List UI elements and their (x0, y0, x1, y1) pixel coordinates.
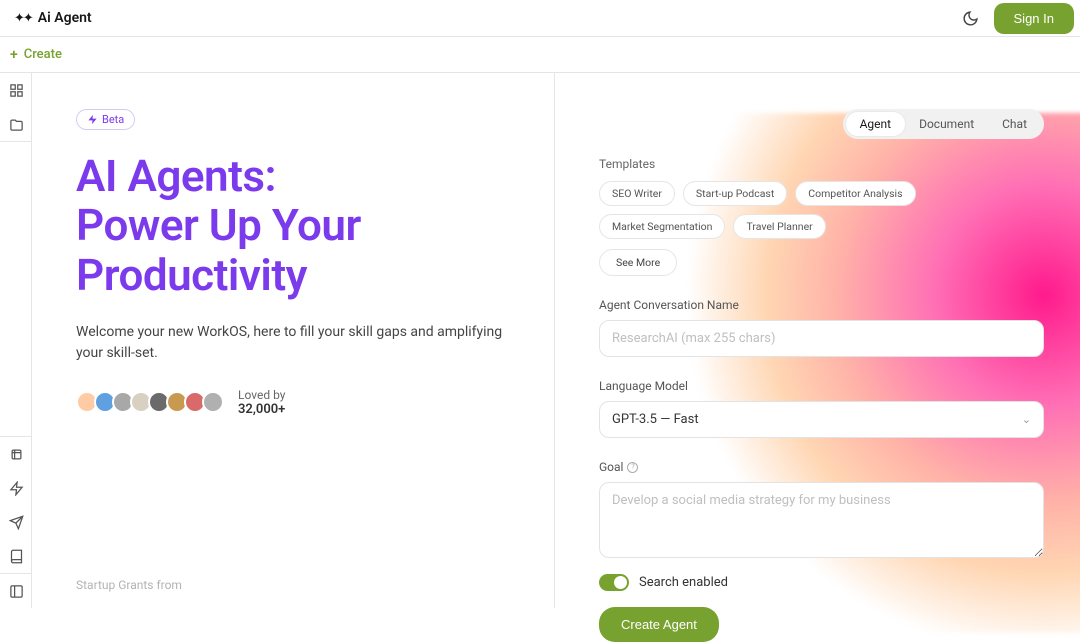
folder-icon (9, 117, 24, 132)
search-toggle-row: Search enabled (599, 574, 1044, 591)
box-icon (9, 447, 24, 462)
logo[interactable]: ✦✦ Ai Agent (6, 10, 92, 26)
create-label: Create (24, 47, 62, 62)
tab-agent[interactable]: Agent (846, 112, 905, 136)
loved-by-row: Loved by 32,000+ (76, 388, 510, 417)
theme-toggle[interactable] (960, 7, 982, 29)
conversation-name-label: Agent Conversation Name (599, 298, 1044, 312)
loved-by-count: 32,000+ (238, 402, 285, 417)
goal-label: Goal ? (599, 460, 1044, 474)
template-chip[interactable]: Competitor Analysis (795, 181, 915, 206)
language-model-select[interactable]: GPT-3.5 — Fast ⌄ (599, 401, 1044, 438)
panel-icon (9, 584, 24, 599)
chevron-down-icon: ⌄ (1022, 413, 1031, 426)
conversation-name-input[interactable] (599, 320, 1044, 357)
hero-panel: Beta AI Agents: Power Up Your Productivi… (32, 73, 555, 608)
hero-title: AI Agents: Power Up Your Productivity (76, 152, 510, 300)
header-right: Sign In (960, 3, 1074, 34)
form-panel: AgentDocumentChat Templates SEO Writer St… (555, 73, 1080, 608)
send-icon (9, 515, 24, 530)
goal-textarea[interactable] (599, 482, 1044, 558)
sidebar-item-send[interactable] (0, 505, 32, 539)
create-bar: + Create (0, 37, 1080, 73)
template-chip[interactable]: Travel Planner (733, 214, 825, 239)
sidebar-item-bolt[interactable] (0, 471, 32, 505)
beta-bolt-icon (87, 114, 98, 125)
search-toggle-label: Search enabled (639, 575, 728, 590)
tab-document[interactable]: Document (905, 112, 988, 136)
template-chip[interactable]: SEO Writer (599, 181, 675, 206)
search-toggle[interactable] (599, 574, 629, 591)
logo-text: Ai Agent (38, 10, 92, 26)
signin-button[interactable]: Sign In (994, 3, 1074, 34)
sidebar-item-dashboard[interactable] (0, 73, 32, 107)
templates-row: SEO Writer Start-up Podcast Competitor Ana… (599, 181, 1044, 239)
template-chip[interactable]: Start-up Podcast (683, 181, 787, 206)
info-icon[interactable]: ? (627, 462, 638, 473)
tab-group: AgentDocumentChat (843, 109, 1044, 139)
templates-label: Templates (599, 157, 1044, 171)
tab-chat[interactable]: Chat (988, 112, 1041, 136)
sidebar (0, 73, 32, 608)
sidebar-item-collapse[interactable] (0, 574, 32, 608)
tabs: AgentDocumentChat (599, 109, 1044, 139)
grants-from-label: Startup Grants from (76, 578, 182, 592)
loved-by-text: Loved by 32,000+ (238, 388, 285, 417)
sidebar-item-plugins[interactable] (0, 437, 32, 471)
loved-by-label: Loved by (238, 388, 285, 402)
beta-badge: Beta (76, 109, 135, 130)
see-more-button[interactable]: See More (599, 249, 677, 276)
language-model-label: Language Model (599, 379, 1044, 393)
create-agent-button[interactable]: Create Agent (599, 607, 719, 642)
plus-icon: + (10, 47, 18, 63)
language-model-value: GPT-3.5 — Fast (612, 412, 699, 427)
hero-subtitle: Welcome your new WorkOS, here to fill yo… (76, 322, 506, 364)
moon-icon (962, 10, 979, 27)
sidebar-item-folder[interactable] (0, 107, 32, 141)
create-button[interactable]: + Create (10, 47, 62, 63)
toggle-knob (614, 576, 627, 589)
beta-label: Beta (102, 113, 124, 126)
sparkle-icon: ✦✦ (14, 11, 32, 26)
book-icon (9, 549, 24, 564)
avatars (76, 391, 224, 413)
avatar (202, 391, 224, 413)
dashboard-icon (9, 83, 24, 98)
bolt-icon (9, 481, 24, 496)
template-chip[interactable]: Market Segmentation (599, 214, 725, 239)
sidebar-item-docs[interactable] (0, 539, 32, 573)
top-header: ✦✦ Ai Agent Sign In (0, 0, 1080, 37)
main-content: Beta AI Agents: Power Up Your Productivi… (32, 73, 1080, 608)
